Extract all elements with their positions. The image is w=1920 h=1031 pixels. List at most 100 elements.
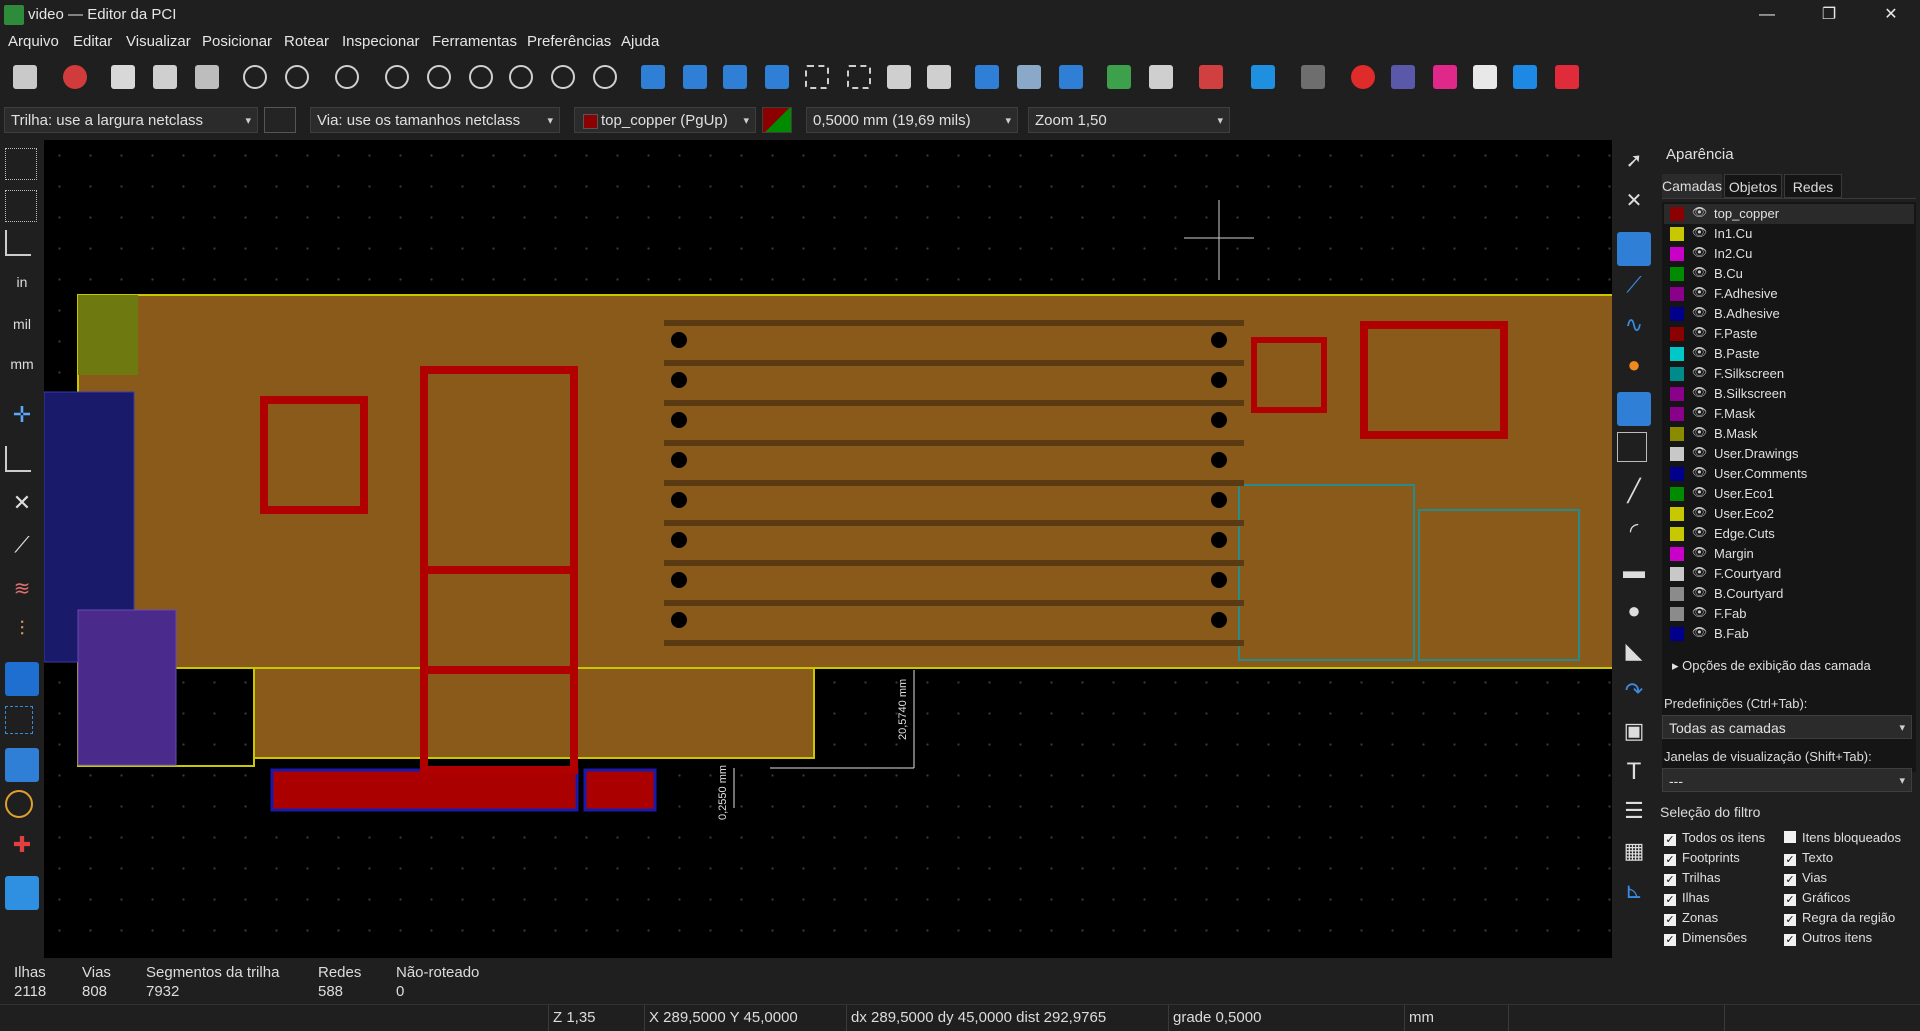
update-pcb-button[interactable] — [1102, 60, 1136, 94]
menu-inspecionar[interactable]: Inspecionar — [342, 33, 420, 50]
freerouting-button[interactable] — [1246, 60, 1280, 94]
tab-objetos[interactable]: Objetos — [1724, 174, 1782, 198]
pad-display-button[interactable]: ⫶ — [5, 618, 39, 652]
route-track-button[interactable]: ⟋ — [1617, 272, 1651, 306]
viewports-select[interactable]: --- ▾ — [1662, 768, 1912, 792]
layer-row[interactable]: 👁 top_copper — [1664, 204, 1914, 224]
layer-row[interactable]: 👁 F.Fab — [1664, 604, 1914, 624]
eye-icon[interactable]: 👁 — [1692, 465, 1707, 479]
layer-row[interactable]: 👁 In2.Cu — [1664, 244, 1914, 264]
eye-icon[interactable]: 👁 — [1692, 205, 1707, 219]
lock-button[interactable] — [882, 60, 916, 94]
eye-icon[interactable]: 👁 — [1692, 285, 1707, 299]
curved-ratsnest-button[interactable]: ⟋ — [5, 532, 39, 566]
layer-row[interactable]: 👁 User.Drawings — [1664, 444, 1914, 464]
draw-polygon-button[interactable]: ◣ — [1617, 638, 1651, 672]
eye-icon[interactable]: 👁 — [1692, 565, 1707, 579]
eye-icon[interactable]: 👁 — [1692, 605, 1707, 619]
add-dimension-button[interactable]: ⊾ — [1617, 878, 1651, 912]
find-button[interactable] — [330, 60, 364, 94]
layer-row[interactable]: 👁 F.Paste — [1664, 324, 1914, 344]
units-mil-button[interactable]: mil — [5, 316, 39, 350]
plot-button[interactable] — [190, 60, 224, 94]
zoom-select[interactable]: Zoom 1,50 ▾ — [1028, 107, 1230, 133]
ratsnest-button[interactable]: ✕ — [5, 490, 39, 524]
filter-checkbox-zones[interactable]: ✓ Zonas — [1664, 910, 1718, 926]
via-size-select[interactable]: Via: use os tamanhos netclass ▾ — [310, 107, 560, 133]
filter-checkbox-all[interactable]: ✓ Todos os itens — [1664, 830, 1765, 846]
draw-rectangle-button[interactable]: ▬ — [1617, 558, 1651, 592]
high-contrast-button[interactable] — [5, 748, 39, 782]
add-text-button[interactable]: T — [1617, 758, 1651, 792]
close-button[interactable]: ✕ — [1868, 0, 1914, 30]
plugin-2-button[interactable] — [1386, 60, 1420, 94]
layer-row[interactable]: 👁 User.Comments — [1664, 464, 1914, 484]
presets-select[interactable]: Todas as camadas ▾ — [1662, 715, 1912, 739]
layer-row[interactable]: 👁 B.Courtyard — [1664, 584, 1914, 604]
menu-editar[interactable]: Editar — [73, 33, 112, 50]
eye-icon[interactable]: 👁 — [1692, 485, 1707, 499]
group-button[interactable] — [800, 60, 834, 94]
layer-select[interactable]: top_copper (PgUp) ▾ — [574, 107, 756, 133]
layer-row[interactable]: 👁 F.Adhesive — [1664, 284, 1914, 304]
zoom-in-button[interactable] — [422, 60, 456, 94]
eye-icon[interactable]: 👁 — [1692, 525, 1707, 539]
drc-button[interactable] — [1144, 60, 1178, 94]
switch-schematic-button[interactable] — [1194, 60, 1228, 94]
polar-coords-button[interactable] — [5, 230, 31, 256]
save-button[interactable] — [8, 60, 42, 94]
eye-icon[interactable]: 👁 — [1692, 405, 1707, 419]
eye-icon[interactable]: 👁 — [1692, 305, 1707, 319]
add-zone-button[interactable] — [1617, 392, 1651, 426]
outline-mode-button[interactable] — [5, 706, 33, 734]
draw-line-button[interactable]: ╱ — [1617, 478, 1651, 512]
layer-row[interactable]: 👁 User.Eco1 — [1664, 484, 1914, 504]
layer-row[interactable]: 👁 Margin — [1664, 544, 1914, 564]
redo-button[interactable] — [280, 60, 314, 94]
plugin-3-button[interactable] — [1428, 60, 1462, 94]
filter-checkbox-other[interactable]: ✓ Outros itens — [1784, 930, 1872, 946]
filter-checkbox-dimensions[interactable]: ✓ Dimensões — [1664, 930, 1747, 946]
menu-ajuda[interactable]: Ajuda — [621, 33, 659, 50]
eye-icon[interactable]: 👁 — [1692, 505, 1707, 519]
units-mm-button[interactable]: mm — [5, 356, 39, 390]
eye-icon[interactable]: 👁 — [1692, 245, 1707, 259]
layer-row[interactable]: 👁 In1.Cu — [1664, 224, 1914, 244]
unlock-button[interactable] — [922, 60, 956, 94]
select-tool-button[interactable]: ➚ — [1617, 148, 1651, 182]
menu-posicionar[interactable]: Posicionar — [202, 33, 272, 50]
plugin-5-button[interactable] — [1508, 60, 1542, 94]
draw-circle-button[interactable]: ● — [1617, 598, 1651, 632]
menu-arquivo[interactable]: Arquivo — [8, 33, 59, 50]
net-highlight-button[interactable] — [5, 790, 33, 818]
tab-camadas[interactable]: Camadas — [1662, 174, 1722, 198]
undo-button[interactable] — [238, 60, 272, 94]
ungroup-button[interactable] — [842, 60, 876, 94]
grid-select[interactable]: 0,5000 mm (19,69 mils) ▾ — [806, 107, 1018, 133]
layer-row[interactable]: 👁 Edge.Cuts — [1664, 524, 1914, 544]
add-arc-button[interactable]: ↷ — [1617, 678, 1651, 712]
track-display-button[interactable]: ✚ — [5, 832, 39, 866]
filter-checkbox-tracks[interactable]: ✓ Trilhas — [1664, 870, 1721, 886]
layer-row[interactable]: 👁 B.Paste — [1664, 344, 1914, 364]
zoom-out-button[interactable] — [464, 60, 498, 94]
refresh-button[interactable] — [380, 60, 414, 94]
units-inch-button[interactable]: in — [5, 274, 39, 308]
grid-overrides-button[interactable] — [5, 190, 37, 222]
eye-icon[interactable]: 👁 — [1692, 385, 1707, 399]
layer-row[interactable]: 👁 F.Mask — [1664, 404, 1914, 424]
add-textbox-button[interactable]: ☰ — [1617, 798, 1651, 832]
menu-ferramentas[interactable]: Ferramentas — [432, 33, 517, 50]
print-button[interactable] — [148, 60, 182, 94]
filter-checkbox-locked[interactable]: Itens bloqueados — [1784, 830, 1901, 845]
rule-area-button[interactable] — [1617, 432, 1647, 462]
filter-checkbox-graphics[interactable]: ✓ Gráficos — [1784, 890, 1850, 906]
add-footprint-button[interactable] — [1617, 232, 1651, 266]
add-table-button[interactable]: ▦ — [1617, 838, 1651, 872]
cursor-shape-button[interactable]: ✛ — [5, 402, 39, 436]
zone-display-button[interactable]: ≋ — [5, 576, 39, 610]
mirror-button[interactable] — [760, 60, 794, 94]
layer-row[interactable]: 👁 B.Cu — [1664, 264, 1914, 284]
eye-icon[interactable]: 👁 — [1692, 345, 1707, 359]
footprint-browser-button[interactable] — [1012, 60, 1046, 94]
